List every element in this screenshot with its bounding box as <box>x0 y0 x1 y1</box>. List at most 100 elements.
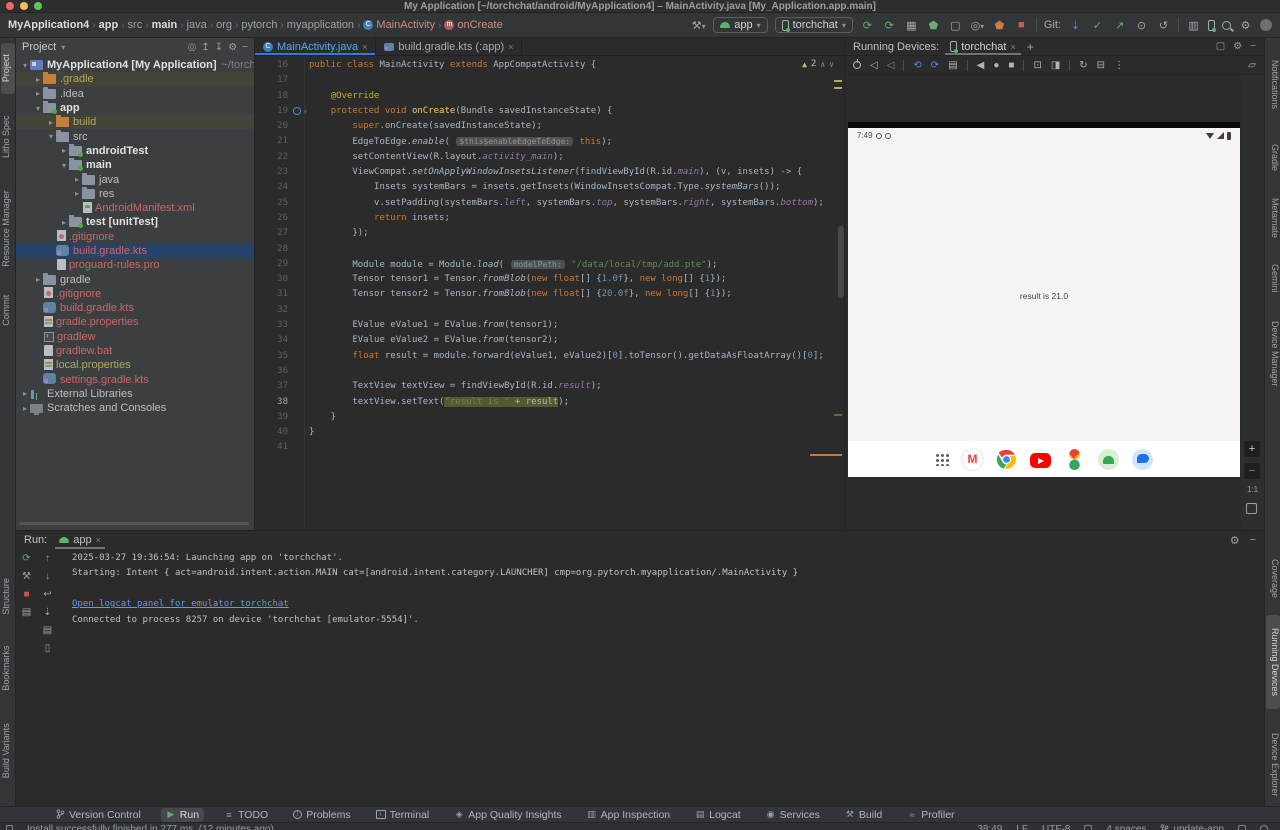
add-device-icon[interactable]: + <box>1027 40 1034 54</box>
code-line[interactable]: EValue eValue1 = EValue.from(tensor1); <box>309 318 844 333</box>
fit-screen-button[interactable] <box>1246 503 1257 514</box>
logcat-link[interactable]: Open logcat panel for emulator torchchat <box>72 597 1256 612</box>
breadcrumb-item[interactable]: MyApplication4 <box>8 19 89 31</box>
chevron-down-icon[interactable]: ▾ <box>61 43 65 52</box>
project-tree-row[interactable]: local.properties <box>16 358 254 372</box>
tree-chevron-icon[interactable]: ▸ <box>33 75 43 84</box>
read-only-icon[interactable] <box>1084 825 1092 830</box>
toolwindow-button-app-quality-insights[interactable]: ◈App Quality Insights <box>449 808 566 822</box>
ide-status-icon[interactable] <box>1238 825 1246 830</box>
project-tree-row[interactable]: ▾MyApplication4 [My Application]~/torchc… <box>16 58 254 72</box>
toolwindow-button-profiler[interactable]: ≈Profiler <box>902 808 959 822</box>
snapshot-icon[interactable]: ⊟ <box>1097 60 1105 71</box>
toolwindow-button-problems[interactable]: !Problems <box>288 808 355 822</box>
expand-all-icon[interactable]: ↥ <box>201 42 209 53</box>
restart-icon[interactable]: ↻ <box>1079 60 1087 71</box>
device-tab[interactable]: torchchat × <box>945 38 1021 55</box>
code-line[interactable] <box>309 73 844 88</box>
toolwindow-button-run[interactable]: ▶Run <box>161 808 204 822</box>
git-commit-icon[interactable]: ✓ <box>1090 19 1105 32</box>
project-tree-row[interactable]: ▾src <box>16 129 254 143</box>
zoom-in-button[interactable]: + <box>1244 441 1260 457</box>
breadcrumb-item[interactable]: app <box>99 19 119 31</box>
project-tree-row[interactable]: ▸androidTest <box>16 144 254 158</box>
run-configuration-select[interactable]: app ▾ <box>713 17 767 33</box>
tree-chevron-icon[interactable]: ▸ <box>33 89 43 98</box>
horizontal-scrollbar[interactable] <box>19 522 249 525</box>
more-options-icon[interactable]: ⋮ <box>1114 60 1124 71</box>
code-line[interactable]: super.onCreate(savedInstanceState); <box>309 119 844 134</box>
debug-icon[interactable]: ⬟ <box>926 19 941 32</box>
rotate-left-icon[interactable]: ⟲ <box>913 60 921 71</box>
project-tree-row[interactable]: build.gradle.kts <box>16 244 254 258</box>
code-line[interactable] <box>309 364 844 379</box>
project-tree-row[interactable]: build.gradle.kts <box>16 301 254 315</box>
toolwindow-button-app-inspection[interactable]: ▥App Inspection <box>582 808 675 822</box>
edit-configuration-icon[interactable]: ⚒ <box>22 571 31 582</box>
stripe-item-metamate[interactable]: Metamate <box>1266 190 1280 246</box>
file-encoding[interactable]: UTF-8 <box>1042 824 1070 830</box>
tree-chevron-icon[interactable]: ▸ <box>33 275 43 284</box>
attach-debugger-icon[interactable]: ▢ <box>948 19 963 32</box>
device-screen[interactable]: 7:49 result is 21.0 M <box>848 128 1240 477</box>
build-hammer-icon[interactable]: ⚒▾ <box>691 19 706 32</box>
code-line[interactable]: @Override <box>309 89 844 104</box>
youtube-icon[interactable] <box>1030 453 1051 468</box>
project-tree-row[interactable]: ▸test [unitTest] <box>16 215 254 229</box>
overview-icon[interactable]: ■ <box>1008 60 1014 71</box>
coverage-icon[interactable]: ▦ <box>904 19 919 32</box>
profiler-dropdown-icon[interactable]: ◎▾ <box>970 19 985 32</box>
code-line[interactable]: EValue eValue2 = EValue.from(tensor2); <box>309 333 844 348</box>
project-tree-row[interactable]: AndroidManifest.xml <box>16 201 254 215</box>
scroll-to-end-icon[interactable]: ⇣ <box>43 607 51 618</box>
stripe-item-device-manager[interactable]: Device Manager <box>1266 310 1280 398</box>
close-icon[interactable]: × <box>362 42 367 52</box>
zoom-ratio-button[interactable]: 1:1 <box>1241 485 1264 494</box>
down-stack-icon[interactable]: ↓ <box>45 571 50 582</box>
layout-icon[interactable]: ▢ <box>1216 41 1225 52</box>
profile-app-icon[interactable]: ⬟ <box>992 19 1007 32</box>
code-line[interactable]: EdgeToEdge.enable( $this$enableEdgeToEdg… <box>309 134 844 149</box>
back-icon[interactable]: ◀ <box>977 60 985 71</box>
project-tree-row[interactable]: ▾main <box>16 158 254 172</box>
code-line[interactable]: Insets systemBars = insets.getInsets(Win… <box>309 180 844 195</box>
code-line[interactable]: return insets; <box>309 211 844 226</box>
code-line[interactable]: public class MainActivity extends AppCom… <box>309 58 844 73</box>
stripe-item-build-variants[interactable]: Build Variants <box>1 707 15 795</box>
code-line[interactable]: Module module = Module.load( modelPath: … <box>309 257 844 272</box>
code-line[interactable]: Tensor tensor2 = Tensor.fromBlob(new flo… <box>309 287 844 302</box>
code-line[interactable]: float result = module.forward(eValue1, e… <box>309 349 844 364</box>
line-ending[interactable]: LF <box>1016 824 1028 830</box>
code-line[interactable]: }); <box>309 226 844 241</box>
code-line[interactable]: ViewCompat.setOnApplyWindowInsetsListene… <box>309 165 844 180</box>
project-tree-row[interactable]: ▸Scratches and Consoles <box>16 401 254 415</box>
restore-layout-icon[interactable]: ▤ <box>22 607 31 618</box>
tree-chevron-icon[interactable]: ▾ <box>59 161 69 170</box>
project-tree-row[interactable]: ▸build <box>16 115 254 129</box>
code-line[interactable]: textView.setText("result is " + result); <box>309 395 844 410</box>
rotate-right-icon[interactable]: ⟳ <box>931 60 939 71</box>
git-push-icon[interactable]: ↗ <box>1112 19 1127 32</box>
hide-panel-icon[interactable]: − <box>242 42 248 53</box>
code-line[interactable] <box>309 242 844 257</box>
history-icon[interactable]: ⊙ <box>1134 19 1149 32</box>
tree-chevron-icon[interactable]: ▸ <box>20 389 30 398</box>
profile-avatar[interactable] <box>1260 19 1272 31</box>
stripe-item-commit[interactable]: Commit <box>1 287 15 333</box>
stripe-item-gradle[interactable]: Gradle <box>1266 135 1280 181</box>
project-tree-row[interactable]: gradlew <box>16 330 254 344</box>
locate-file-icon[interactable]: ◎ <box>188 42 197 53</box>
code-line[interactable]: protected void onCreate(Bundle savedInst… <box>309 104 844 119</box>
up-stack-icon[interactable]: ↑ <box>45 553 50 564</box>
next-issue-icon[interactable]: ∨ <box>829 60 834 69</box>
breadcrumb-item[interactable]: org <box>216 19 232 31</box>
project-tree-row[interactable]: gradlew.bat <box>16 344 254 358</box>
apply-changes-icon[interactable]: ⟳ <box>860 19 875 32</box>
code-line[interactable]: TextView textView = findViewById(R.id.re… <box>309 379 844 394</box>
collapse-all-icon[interactable]: ↧ <box>215 42 223 53</box>
screen-record-icon[interactable]: ◨ <box>1051 60 1060 71</box>
breadcrumb-item[interactable]: main <box>152 19 178 31</box>
hardware-input-icon[interactable]: ▱ <box>1248 60 1256 71</box>
code-line[interactable]: } <box>309 425 844 440</box>
breadcrumb-item[interactable]: monCreate <box>444 19 502 31</box>
